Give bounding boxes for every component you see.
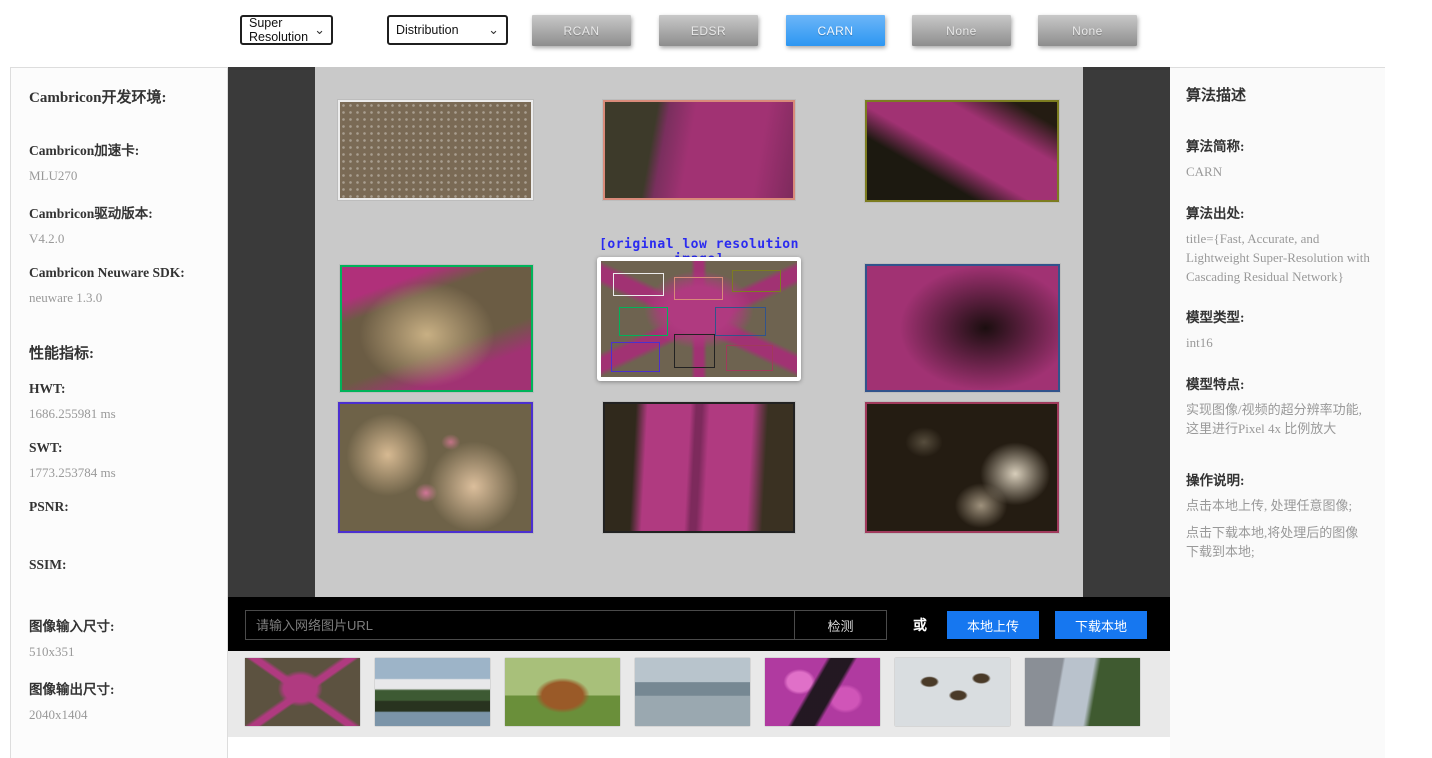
model-button-edsr[interactable]: EDSR xyxy=(659,15,758,46)
algo-name-value: CARN xyxy=(1186,163,1371,182)
chevron-down-icon: ⌄ xyxy=(488,25,499,35)
crop-image-top-left xyxy=(338,100,533,200)
region-box-white xyxy=(613,273,664,296)
ssim-value xyxy=(29,582,227,597)
thumbnail-fjord[interactable] xyxy=(635,658,750,726)
thumbnail-starfish[interactable] xyxy=(245,658,360,726)
crop-image-top-center xyxy=(603,100,795,200)
algo-source-value: title={Fast, Accurate, and Lightweight S… xyxy=(1186,230,1371,287)
model-type-label: 模型类型: xyxy=(1186,306,1371,326)
original-image-frame xyxy=(597,257,801,381)
algorithm-panel: 算法描述 算法简称: CARN 算法出处: title={Fast, Accur… xyxy=(1170,67,1385,758)
thumbnail-butterfly[interactable] xyxy=(765,658,880,726)
main-area: [original low resolution image] xyxy=(228,67,1170,758)
output-size-value: 2040x1404 xyxy=(29,707,227,723)
local-upload-button[interactable]: 本地上传 xyxy=(947,611,1039,639)
model-button-rcan[interactable]: RCAN xyxy=(532,15,631,46)
algo-name-label: 算法简称: xyxy=(1186,135,1371,155)
region-box-navy xyxy=(715,307,766,336)
or-label: 或 xyxy=(900,610,940,640)
crop-image-mid-left xyxy=(340,265,533,392)
mode-select-value: Distribution xyxy=(396,23,459,37)
top-toolbar: Super Resolution ⌄ Distribution ⌄ RCAN E… xyxy=(0,0,1432,67)
region-box-salmon xyxy=(674,277,723,300)
sdk-label: Cambricon Neuware SDK: xyxy=(29,265,227,281)
original-low-res-image[interactable] xyxy=(601,261,797,377)
model-button-none-2[interactable]: None xyxy=(1038,15,1137,46)
algorithm-panel-title: 算法描述 xyxy=(1186,84,1371,105)
thumbnail-horse[interactable] xyxy=(505,658,620,726)
driver-version-label: Cambricon驱动版本: xyxy=(29,202,227,222)
url-input[interactable] xyxy=(246,611,794,639)
task-select-value: Super Resolution xyxy=(249,16,308,44)
url-input-group: 检测 xyxy=(245,610,887,640)
region-box-olive xyxy=(732,270,781,292)
region-box-purple xyxy=(611,342,660,372)
psnr-label: PSNR: xyxy=(29,499,227,515)
model-button-none-1[interactable]: None xyxy=(912,15,1011,46)
performance-section-title: 性能指标: xyxy=(29,342,227,363)
input-size-value: 510x351 xyxy=(29,644,227,660)
url-bar: 检测 或 本地上传 下载本地 xyxy=(228,597,1170,651)
input-size-label: 图像输入尺寸: xyxy=(29,615,227,635)
crop-image-bottom-right xyxy=(865,402,1059,533)
crop-image-top-right xyxy=(865,100,1059,202)
usage-label: 操作说明: xyxy=(1186,469,1371,489)
algo-source-label: 算法出处: xyxy=(1186,202,1371,222)
mode-select[interactable]: Distribution ⌄ xyxy=(387,15,508,45)
thumbnail-yosemite[interactable] xyxy=(1025,658,1140,726)
model-feature-label: 模型特点: xyxy=(1186,373,1371,393)
detect-button[interactable]: 检测 xyxy=(794,611,886,639)
environment-panel-title: Cambricon开发环境: xyxy=(29,86,227,107)
environment-panel: Cambricon开发环境: Cambricon加速卡: MLU270 Camb… xyxy=(10,67,228,758)
usage-line-1: 点击本地上传, 处理任意图像; xyxy=(1186,497,1371,516)
sdk-value: neuware 1.3.0 xyxy=(29,290,227,306)
psnr-value xyxy=(29,524,227,539)
crop-image-mid-right xyxy=(865,264,1060,392)
chevron-down-icon: ⌄ xyxy=(314,25,325,35)
image-canvas: [original low resolution image] xyxy=(228,67,1170,597)
swt-value: 1773.253784 ms xyxy=(29,465,227,481)
model-button-carn[interactable]: CARN xyxy=(786,15,885,46)
crop-image-bottom-center xyxy=(603,402,795,533)
page: Super Resolution ⌄ Distribution ⌄ RCAN E… xyxy=(0,0,1432,758)
hwt-value: 1686.255981 ms xyxy=(29,406,227,422)
driver-version-value: V4.2.0 xyxy=(29,231,227,247)
accelerator-label: Cambricon加速卡: xyxy=(29,139,227,159)
usage-line-2: 点击下载本地,将处理后的图像下载到本地; xyxy=(1186,524,1371,562)
task-select[interactable]: Super Resolution ⌄ xyxy=(240,15,333,45)
model-feature-value: 实现图像/视频的超分辨率功能,这里进行Pixel 4x 比例放大 xyxy=(1186,401,1371,439)
region-box-maroon xyxy=(726,345,773,372)
ssim-label: SSIM: xyxy=(29,557,227,573)
model-type-value: int16 xyxy=(1186,334,1371,353)
local-download-button[interactable]: 下载本地 xyxy=(1055,611,1147,639)
thumbnail-geese[interactable] xyxy=(895,658,1010,726)
result-grid: [original low resolution image] xyxy=(315,67,1083,597)
output-size-label: 图像输出尺寸: xyxy=(29,678,227,698)
crop-image-bottom-left xyxy=(338,402,533,533)
region-box-green xyxy=(619,307,668,336)
sample-thumbnail-strip xyxy=(228,651,1170,737)
swt-label: SWT: xyxy=(29,440,227,456)
hwt-label: HWT: xyxy=(29,381,227,397)
region-box-black xyxy=(674,334,715,368)
accelerator-value: MLU270 xyxy=(29,168,227,184)
thumbnail-mountain-lake[interactable] xyxy=(375,658,490,726)
